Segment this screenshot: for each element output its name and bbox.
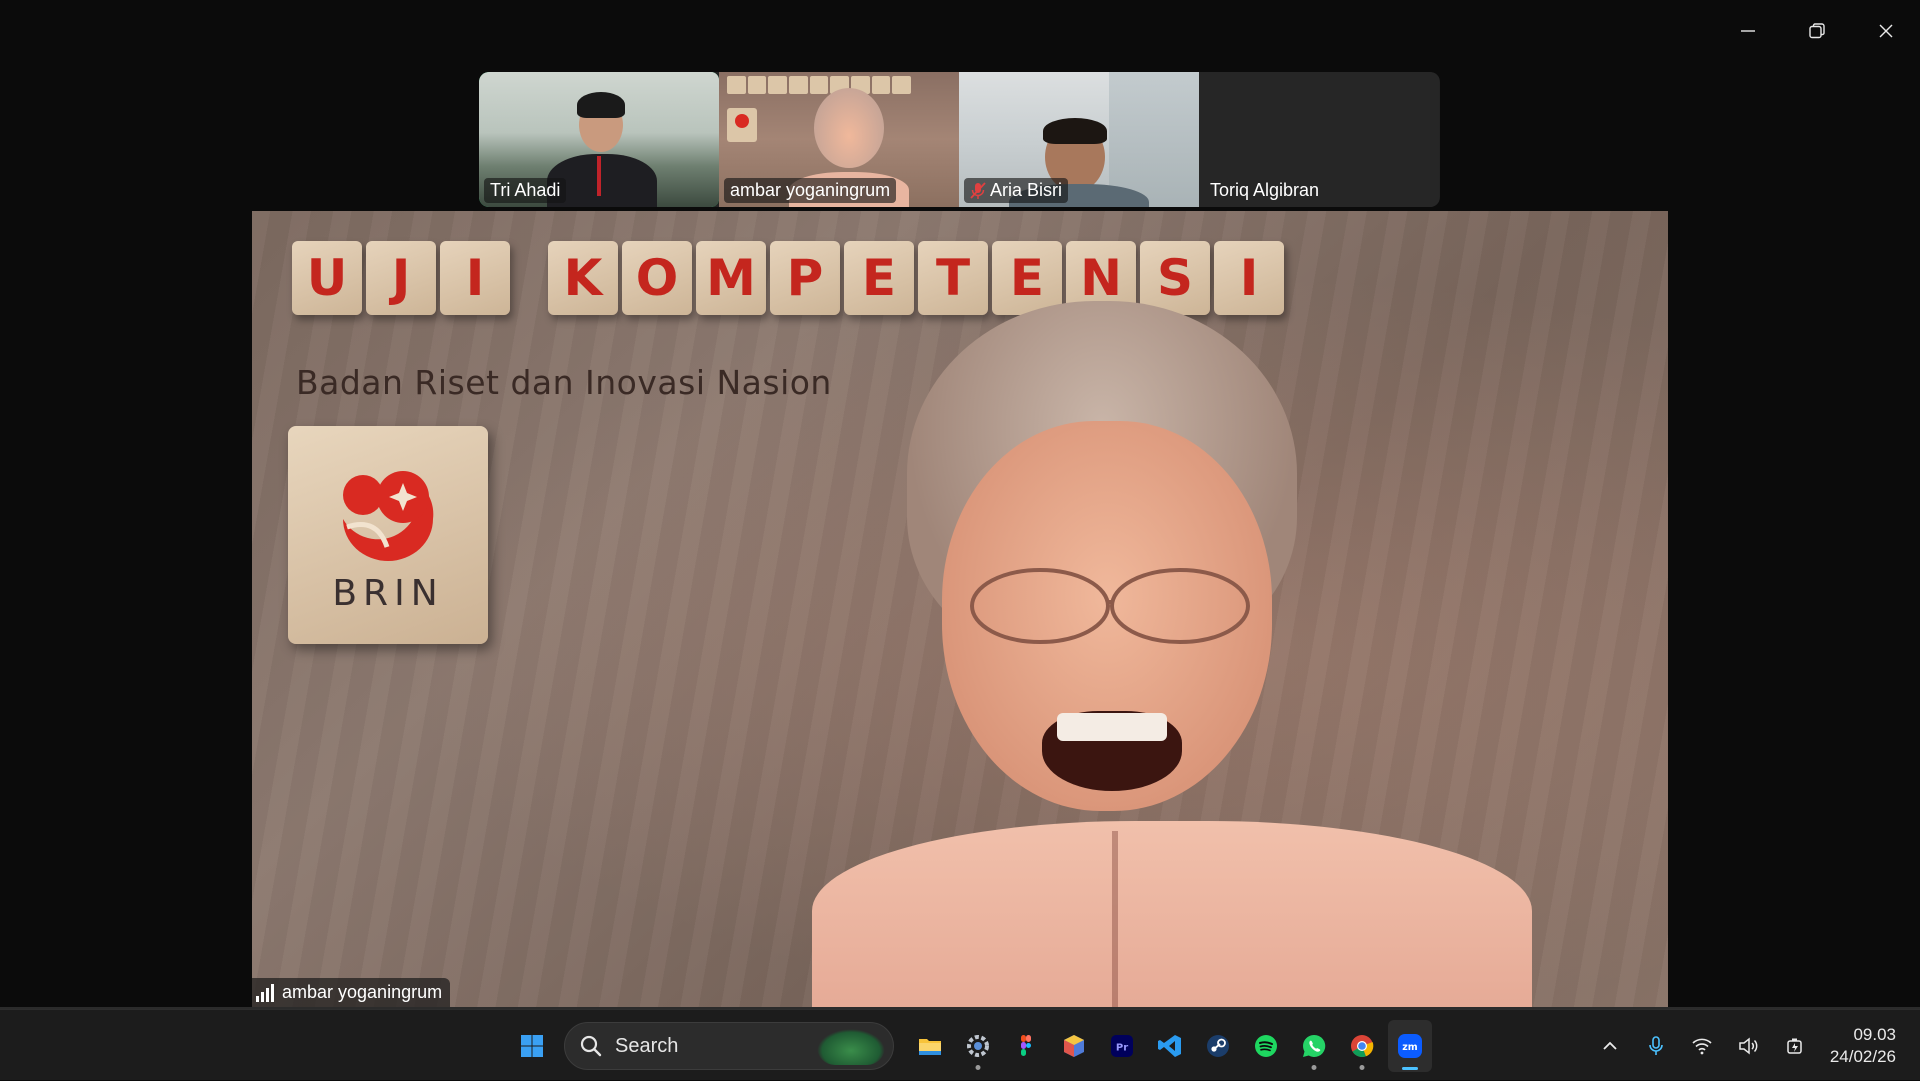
- participant-name: Aria Bisri: [990, 180, 1063, 200]
- connection-signal-icon: [256, 983, 276, 1002]
- zoom-button[interactable]: zm: [1388, 1020, 1432, 1072]
- search-highlight-icon: [817, 1029, 885, 1065]
- restore-button[interactable]: [1782, 0, 1851, 62]
- spotify-button[interactable]: [1244, 1020, 1288, 1072]
- letter-tile: J: [366, 241, 436, 315]
- start-button[interactable]: [510, 1020, 554, 1072]
- participant-name-tag: ambar yoganingrum: [724, 178, 897, 203]
- svg-text:zm: zm: [1402, 1042, 1418, 1053]
- close-icon: [1879, 24, 1892, 38]
- restore-icon: [1808, 23, 1825, 39]
- participant-name-tag: Toriq Algibran: [1204, 178, 1325, 203]
- close-button[interactable]: [1851, 0, 1920, 62]
- svg-text:Pr: Pr: [1116, 1043, 1128, 1054]
- participant-name: Tri Ahadi: [490, 180, 561, 200]
- vscode-icon: [1158, 1035, 1181, 1057]
- main-speaker-video[interactable]: U J I K O M P E T E N S I Badan Riset da…: [252, 211, 1668, 1007]
- premiere-pro-icon: Pr: [1111, 1035, 1133, 1057]
- search-icon: [580, 1035, 602, 1057]
- clock-time: 09.03: [1853, 1024, 1896, 1044]
- participant-strip: Tri Ahadi ambar yoganingrum Aria Bisri T…: [479, 72, 1440, 207]
- participant-tile[interactable]: Aria Bisri: [959, 72, 1199, 207]
- wifi-icon: [1692, 1038, 1712, 1054]
- letter-tile: U: [292, 241, 362, 315]
- chrome-button[interactable]: [1340, 1020, 1384, 1072]
- settings-button[interactable]: [956, 1020, 1000, 1072]
- minimize-icon: [1740, 30, 1755, 32]
- participant-name-tag: Aria Bisri: [964, 178, 1069, 203]
- figma-icon: [1021, 1035, 1031, 1056]
- minimize-button[interactable]: [1713, 0, 1782, 62]
- steam-icon: [1207, 1035, 1229, 1057]
- window-controls: [1713, 0, 1920, 62]
- participant-tile[interactable]: Tri Ahadi: [479, 72, 719, 207]
- participant-name: ambar yoganingrum: [730, 180, 891, 200]
- figma-button[interactable]: [1004, 1020, 1048, 1072]
- steam-button[interactable]: [1196, 1020, 1240, 1072]
- tile-gap: [514, 241, 544, 315]
- letter-tile: M: [696, 241, 766, 315]
- zoom-icon: zm: [1398, 1034, 1422, 1058]
- system-tray: 09.03 24/02/26: [1590, 1010, 1920, 1081]
- app-cube-button[interactable]: [1052, 1020, 1096, 1072]
- participant-tile[interactable]: ambar yoganingrum: [719, 72, 959, 207]
- letter-tile: K: [548, 241, 618, 315]
- taskbar-apps: Search Pr zm: [510, 1018, 1432, 1074]
- letter-tile: I: [440, 241, 510, 315]
- settings-icon: [967, 1035, 989, 1057]
- file-explorer-icon: [919, 1039, 941, 1055]
- taskbar-search[interactable]: Search: [564, 1022, 894, 1070]
- file-explorer-button[interactable]: [908, 1020, 952, 1072]
- app-cube-icon: [1064, 1035, 1084, 1057]
- clock[interactable]: 09.03 24/02/26: [1830, 1024, 1896, 1068]
- battery-button[interactable]: [1774, 1024, 1814, 1068]
- volume-button[interactable]: [1728, 1024, 1768, 1068]
- chrome-icon: [1351, 1035, 1374, 1058]
- battery-icon: [1787, 1038, 1802, 1054]
- vscode-button[interactable]: [1148, 1020, 1192, 1072]
- whatsapp-button[interactable]: [1292, 1020, 1336, 1072]
- brin-logo-text: BRIN: [332, 572, 444, 614]
- brin-logo-icon: [343, 470, 434, 561]
- show-hidden-icons-button[interactable]: [1590, 1024, 1630, 1068]
- background-subtitle: Badan Riset dan Inovasi Nasion: [296, 363, 832, 402]
- windows-start-icon: [521, 1035, 543, 1057]
- participant-name: Toriq Algibran: [1210, 180, 1320, 200]
- speaker-name-tag: ambar yoganingrum: [252, 978, 451, 1007]
- clock-date: 24/02/26: [1829, 1046, 1896, 1066]
- spotify-icon: [1255, 1035, 1277, 1057]
- volume-icon: [1739, 1036, 1758, 1055]
- muted-microphone-icon: [970, 181, 986, 199]
- chevron-up-icon: [1603, 1041, 1617, 1050]
- participant-tile[interactable]: Toriq Algibran: [1199, 72, 1439, 207]
- microphone-tray-button[interactable]: [1636, 1024, 1676, 1068]
- search-placeholder: Search: [615, 1034, 679, 1057]
- participant-name-tag: Tri Ahadi: [484, 178, 567, 203]
- brin-logo-tile: BRIN: [288, 426, 488, 644]
- speaker-name: ambar yoganingrum: [282, 982, 443, 1002]
- speaker-figure: [812, 301, 1532, 1007]
- whatsapp-icon: [1303, 1034, 1326, 1057]
- taskbar: Search Pr zm 09.03 24/02/26: [0, 1009, 1920, 1080]
- network-button[interactable]: [1682, 1024, 1722, 1068]
- premiere-pro-button[interactable]: Pr: [1100, 1020, 1144, 1072]
- letter-tile: O: [622, 241, 692, 315]
- microphone-icon: [1649, 1035, 1663, 1055]
